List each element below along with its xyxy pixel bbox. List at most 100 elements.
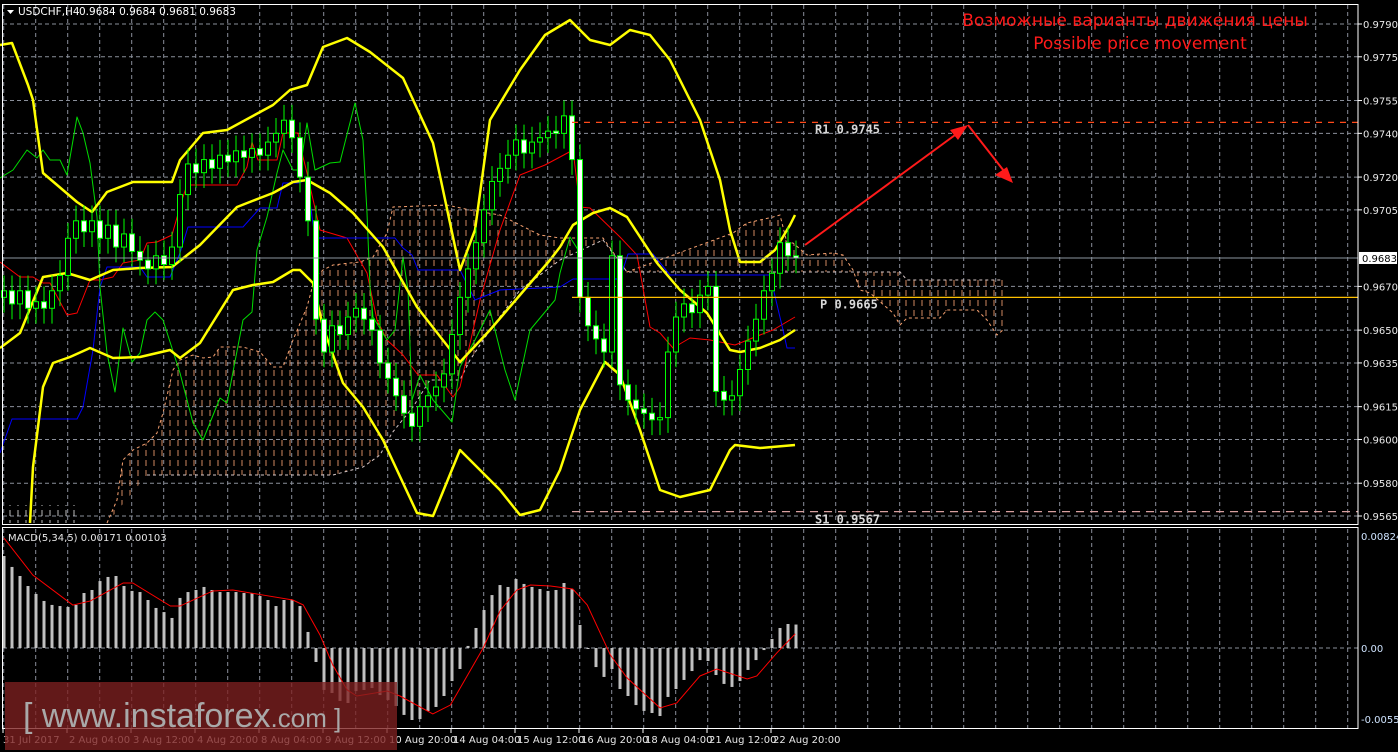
candle-body xyxy=(553,130,559,134)
price-axis-label: 0.9635 xyxy=(1363,359,1398,370)
macd-histogram-bar xyxy=(698,648,702,661)
candle-body xyxy=(313,220,319,320)
candle-body xyxy=(257,148,263,156)
candle-body xyxy=(521,139,527,154)
candle-body xyxy=(193,163,199,174)
candle-body xyxy=(513,139,519,156)
candle-body xyxy=(9,290,15,305)
candle-body xyxy=(233,150,239,163)
macd-histogram-bar xyxy=(10,566,14,648)
price-axis-label: 0.9565 xyxy=(1363,512,1398,523)
candle-body xyxy=(89,220,95,233)
macd-histogram-bar xyxy=(650,648,654,714)
macd-axis-label: 0.00 xyxy=(1361,644,1383,655)
macd-histogram-bar xyxy=(482,610,486,648)
macd-histogram-bar xyxy=(186,592,190,648)
candle-body xyxy=(377,329,383,364)
macd-histogram-bar xyxy=(42,600,46,648)
candle-body xyxy=(425,395,431,408)
candle-body xyxy=(265,141,271,156)
candle-body xyxy=(281,119,287,134)
candle-body xyxy=(657,417,663,421)
macd-histogram-bar xyxy=(594,648,598,668)
macd-histogram-bar xyxy=(138,592,142,648)
candle-body xyxy=(305,176,311,222)
macd-title: MACD(5,34,5) 0.00171 0.00103 xyxy=(8,533,167,544)
macd-histogram-bar xyxy=(162,612,166,648)
level-label-r1: R1 0.9745 xyxy=(815,122,880,136)
price-axis-label: 0.9670 xyxy=(1363,282,1398,293)
candle-body xyxy=(57,274,63,292)
macd-histogram-bar xyxy=(490,595,494,648)
macd-histogram-bar xyxy=(226,592,230,648)
candle-body xyxy=(17,290,23,305)
chart-header[interactable]: USDCHF,H4 0.9684 0.9684 0.9681 0.9683 xyxy=(7,6,236,18)
macd-histogram-bar xyxy=(690,648,694,672)
macd-histogram-bar xyxy=(418,648,422,720)
candle-body xyxy=(97,220,103,239)
candle-body xyxy=(25,290,31,309)
candle-body xyxy=(537,137,543,143)
macd-histogram-bar xyxy=(170,617,174,648)
candle-body xyxy=(465,268,471,298)
time-axis-label: 14 Aug 04:00 xyxy=(453,735,520,746)
candle-body xyxy=(273,132,279,143)
macd-histogram-bar xyxy=(506,586,510,648)
macd-histogram-bar xyxy=(498,585,502,648)
macd-histogram-bar xyxy=(602,648,606,677)
candle-body xyxy=(113,224,119,248)
annotation-line-en: Possible price movement xyxy=(1033,34,1247,54)
macd-histogram-bar xyxy=(282,600,286,648)
candle-body xyxy=(673,316,679,353)
candle-body xyxy=(609,255,615,353)
macd-histogram-bar xyxy=(450,648,454,682)
dropdown-triangle-icon[interactable] xyxy=(7,10,14,14)
macd-histogram-bar xyxy=(634,648,638,706)
symbol-title: USDCHF,H4 xyxy=(18,6,80,18)
annotation-line-ru: Возможные варианты движения цены xyxy=(962,11,1308,31)
macd-histogram-bar xyxy=(122,586,126,648)
price-axis-label: 0.9600 xyxy=(1363,435,1398,446)
price-axis-label: 0.9790 xyxy=(1363,20,1398,31)
candle-body xyxy=(593,325,599,340)
candle-body xyxy=(633,399,639,410)
macd-histogram-bar xyxy=(274,606,278,648)
macd-histogram-bar xyxy=(562,582,566,648)
macd-histogram-bar xyxy=(98,581,102,648)
macd-histogram-bar xyxy=(642,648,646,711)
candle-body xyxy=(289,119,295,139)
candle-body xyxy=(345,316,351,336)
macd-histogram-bar xyxy=(210,589,214,648)
candle-body xyxy=(481,209,487,244)
macd-histogram-bar xyxy=(402,648,406,715)
candle-body xyxy=(785,242,791,257)
candle-body xyxy=(361,307,367,320)
time-axis-label: 21 Aug 12:00 xyxy=(709,735,776,746)
candle-body xyxy=(33,301,39,309)
macd-histogram-bar xyxy=(154,607,158,648)
cloud-fill-left xyxy=(4,505,76,523)
candle-body xyxy=(353,307,359,318)
macd-histogram-bar xyxy=(66,606,70,648)
candle-body xyxy=(737,368,743,397)
candle-body xyxy=(49,290,55,309)
candle-body xyxy=(401,395,407,414)
chart-canvas[interactable]: R1 0.9745P 0.9665S1 0.9567 0.97900.97750… xyxy=(0,0,1398,750)
candle-body xyxy=(249,148,255,158)
candle-body xyxy=(761,290,767,320)
price-axis-label: 0.9755 xyxy=(1363,97,1398,108)
candle-body xyxy=(73,220,79,239)
macd-histogram-bar xyxy=(658,648,662,717)
macd-histogram-bar xyxy=(626,648,630,696)
candle-body xyxy=(729,395,735,401)
candle-body xyxy=(441,373,447,388)
current-price-label: 0.9683 xyxy=(1362,254,1397,265)
macd-histogram-bar xyxy=(306,631,310,648)
candle-body xyxy=(161,255,167,266)
time-axis-label: 15 Aug 12:00 xyxy=(517,735,584,746)
macd-histogram-bar xyxy=(34,593,38,648)
arrow-down-head-icon xyxy=(995,167,1013,183)
price-axis-label: 0.9740 xyxy=(1363,129,1398,140)
candle-body xyxy=(129,233,135,252)
candle-body xyxy=(681,303,687,318)
